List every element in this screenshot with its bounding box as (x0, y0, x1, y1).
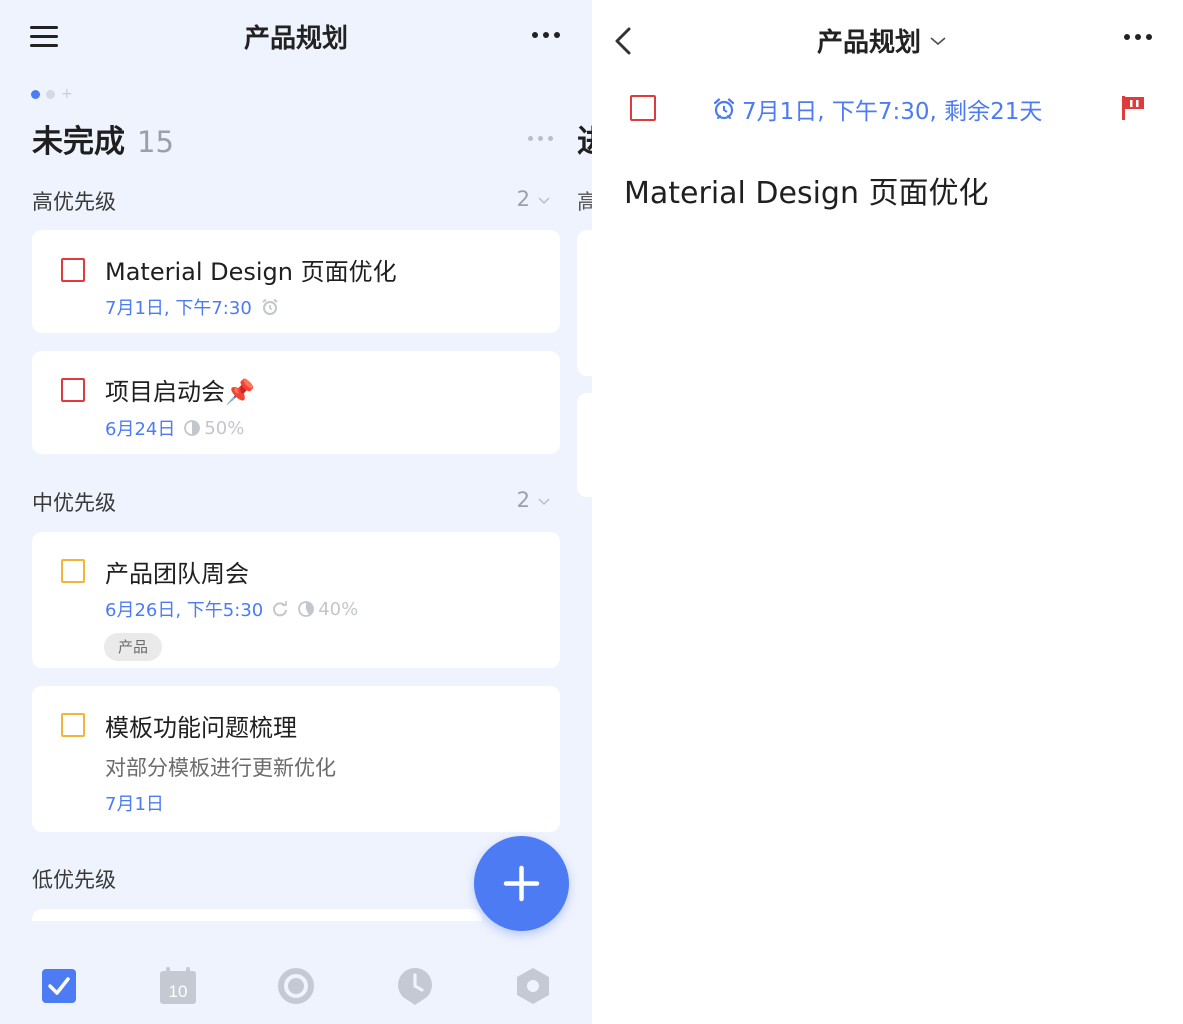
tab-focus[interactable] (276, 966, 316, 1006)
tasks-icon (42, 969, 76, 1003)
section-label: 高优先级 (32, 190, 116, 214)
add-task-button[interactable] (474, 836, 569, 931)
detail-task-title[interactable]: Material Design 页面优化 (624, 168, 989, 212)
task-date: 6月24日 (105, 419, 176, 440)
task-meta: 7月1日, 下午7:30 (105, 294, 280, 320)
tab-timeline[interactable] (395, 966, 435, 1006)
chevron-down-icon (538, 498, 550, 506)
task-checkbox[interactable] (61, 258, 85, 282)
chevron-down-icon (930, 36, 946, 45)
more-options-icon[interactable] (1118, 22, 1158, 52)
task-description: 对部分模板进行更新优化 (105, 756, 336, 780)
task-meta: 6月26日, 下午5:30 40% (105, 596, 358, 622)
page-title: 产品规划 (243, 24, 348, 54)
task-tag[interactable]: 产品 (104, 633, 163, 661)
task-meta: 6月24日 50% (105, 415, 244, 441)
task-title: 项目启动会📌 (105, 378, 255, 406)
task-date: 7月1日, 下午7:30 (105, 298, 252, 319)
clock-icon (398, 968, 432, 1005)
project-selector[interactable]: 产品规划 (817, 22, 947, 59)
next-column-section: 高 (577, 190, 592, 214)
task-progress: 50% (204, 417, 245, 439)
next-column-card[interactable] (577, 393, 592, 497)
task-checkbox[interactable] (61, 378, 85, 402)
progress-icon (184, 420, 201, 436)
plus-icon (503, 865, 540, 902)
task-list-pane: 产品规划 + 未完成 15 进 高 高优先级 2 Material Design… (0, 0, 592, 1024)
task-title: 产品团队周会 (105, 560, 249, 588)
task-card[interactable] (32, 909, 482, 921)
alarm-icon (262, 298, 278, 315)
alarm-icon (713, 98, 735, 120)
task-meta: 7月1日 (105, 790, 164, 816)
task-progress: 40% (318, 598, 359, 620)
next-column-card[interactable] (577, 230, 592, 376)
focus-icon (278, 968, 314, 1004)
section-count: 2 (516, 187, 530, 211)
tab-calendar[interactable]: 10 (158, 966, 198, 1006)
column-header: 未完成 15 (32, 116, 174, 161)
section-label: 低优先级 (32, 868, 116, 892)
task-checkbox[interactable] (61, 559, 85, 583)
section-label: 中优先级 (32, 491, 116, 515)
task-detail-pane: 产品规划 7月1日, 下午7:30, 剩余21天 Material Design… (592, 0, 1183, 1024)
back-arrow-icon[interactable] (612, 26, 636, 56)
section-medium-priority[interactable]: 中优先级 2 (32, 487, 560, 517)
task-checkbox[interactable] (630, 95, 656, 121)
task-date: 7月1日 (105, 794, 164, 815)
task-card[interactable]: 项目启动会📌 6月24日 50% (32, 351, 560, 454)
due-date-text: 7月1日, 下午7:30, 剩余21天 (742, 99, 1043, 125)
column-title: 未完成 (32, 124, 125, 160)
flag-icon[interactable] (1120, 94, 1146, 122)
chevron-down-icon (538, 197, 550, 205)
calendar-day: 10 (169, 982, 188, 1001)
column-pager: + (31, 87, 73, 101)
tab-settings[interactable] (513, 966, 553, 1006)
task-card[interactable]: Material Design 页面优化 7月1日, 下午7:30 (32, 230, 560, 333)
task-card[interactable]: 产品团队周会 6月26日, 下午5:30 40% 产品 (32, 532, 560, 668)
column-more-icon[interactable] (524, 128, 556, 148)
task-card[interactable]: 模板功能问题梳理 对部分模板进行更新优化 7月1日 (32, 686, 560, 832)
detail-header-title: 产品规划 (817, 28, 922, 58)
more-options-icon[interactable] (528, 20, 564, 50)
section-high-priority[interactable]: 高优先级 2 (32, 186, 560, 216)
due-date-button[interactable]: 7月1日, 下午7:30, 剩余21天 (712, 92, 1042, 126)
bottom-tab-bar: 10 (0, 950, 592, 1024)
task-checkbox[interactable] (61, 713, 85, 737)
task-date: 6月26日, 下午5:30 (105, 600, 264, 621)
task-title: 模板功能问题梳理 (105, 714, 297, 742)
settings-icon (517, 968, 549, 1004)
tab-tasks[interactable] (40, 966, 80, 1006)
progress-icon (298, 601, 315, 617)
section-count: 2 (516, 488, 530, 512)
task-title: Material Design 页面优化 (105, 258, 397, 286)
calendar-icon: 10 (160, 967, 196, 1004)
repeat-icon (273, 601, 288, 617)
next-column-title[interactable]: 进 (577, 116, 592, 161)
top-bar: 产品规划 (0, 0, 592, 76)
column-count: 15 (137, 125, 174, 159)
